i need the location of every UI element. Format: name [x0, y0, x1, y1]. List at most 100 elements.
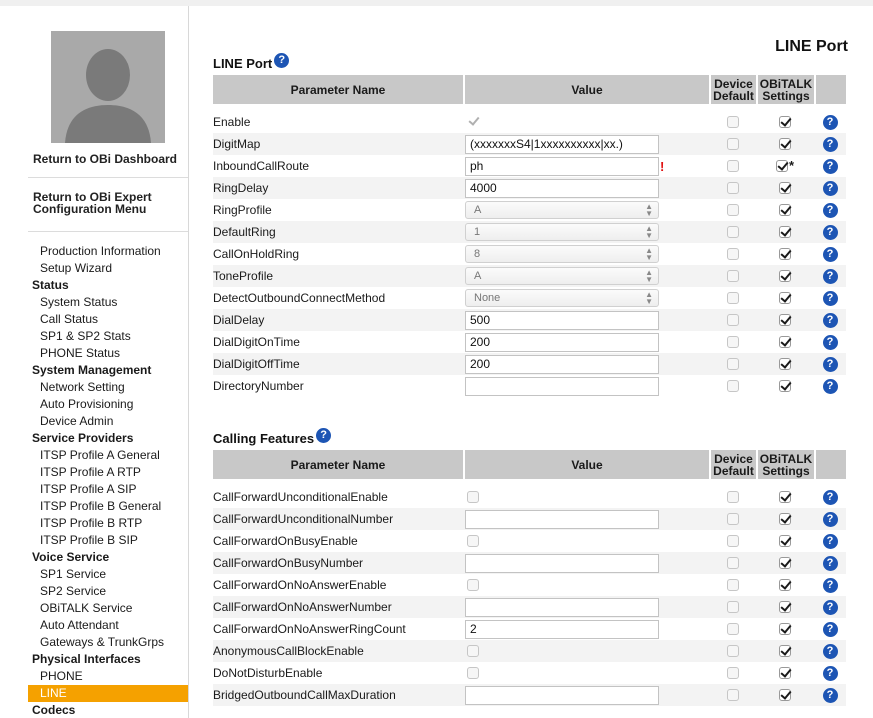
obitalk-settings-checkbox[interactable]	[779, 380, 791, 392]
help-icon[interactable]: ?	[822, 312, 838, 328]
obitalk-settings-checkbox[interactable]	[779, 513, 791, 525]
obitalk-settings-checkbox[interactable]	[779, 579, 791, 591]
ringdelay-input[interactable]: 4000	[465, 178, 659, 198]
sidebar-item-gateways-trunkgrps[interactable]: Gateways & TrunkGrps	[28, 634, 188, 651]
directorynumber-input[interactable]	[465, 376, 659, 396]
callonholdring-select[interactable]: 8 ▲ ▼	[465, 245, 659, 263]
callforwardonnoanswerenable-checkbox[interactable]	[467, 579, 479, 591]
help-icon[interactable]: ?	[822, 158, 838, 174]
dialdelay-input[interactable]: 500	[465, 310, 659, 330]
help-icon[interactable]: ?	[822, 511, 838, 527]
obitalk-settings-checkbox[interactable]	[779, 535, 791, 547]
help-icon[interactable]: ?	[822, 202, 838, 218]
sidebar-item-call-status[interactable]: Call Status	[28, 311, 188, 328]
device-default-checkbox[interactable]	[726, 248, 739, 260]
anonymouscallblockenable-checkbox[interactable]	[467, 645, 479, 657]
donotdisturbenable-checkbox[interactable]	[467, 667, 479, 679]
device-default-checkbox[interactable]	[726, 601, 739, 613]
help-icon[interactable]: ?	[822, 555, 838, 571]
sidebar-item-setup-wizard[interactable]: Setup Wizard	[28, 260, 188, 277]
obitalk-settings-checkbox[interactable]	[779, 667, 791, 679]
help-icon[interactable]: ?	[822, 136, 838, 152]
sidebar-item-system-status[interactable]: System Status	[28, 294, 188, 311]
sidebar-item-itsp-profile-a-sip[interactable]: ITSP Profile A SIP	[28, 481, 188, 498]
device-default-checkbox[interactable]	[726, 513, 739, 525]
help-icon[interactable]: ?	[822, 290, 838, 306]
detectoutboundconnectmethod-select[interactable]: None ▲ ▼	[465, 289, 659, 307]
obitalk-settings-checkbox[interactable]	[779, 336, 791, 348]
sidebar-item-itsp-profile-a-rtp[interactable]: ITSP Profile A RTP	[28, 464, 188, 481]
callforwardonnoanswernumber-input[interactable]	[465, 597, 659, 617]
device-default-checkbox[interactable]	[726, 160, 739, 172]
obitalk-settings-checkbox[interactable]	[779, 645, 791, 657]
obitalk-settings-checkbox[interactable]	[779, 248, 791, 260]
device-default-checkbox[interactable]	[726, 645, 739, 657]
device-default-checkbox[interactable]	[726, 116, 739, 128]
sidebar-item-itsp-profile-b-rtp[interactable]: ITSP Profile B RTP	[28, 515, 188, 532]
obitalk-settings-checkbox[interactable]	[779, 204, 791, 216]
sidebar-item-itsp-profile-b-sip[interactable]: ITSP Profile B SIP	[28, 532, 188, 549]
callforwardonnoanswerringcount-input[interactable]: 2	[465, 619, 659, 639]
sidebar-item-auto-provisioning[interactable]: Auto Provisioning	[28, 396, 188, 413]
device-default-checkbox[interactable]	[726, 491, 739, 503]
help-icon[interactable]: ?	[822, 643, 838, 659]
device-default-checkbox[interactable]	[726, 623, 739, 635]
device-default-checkbox[interactable]	[726, 270, 739, 282]
sidebar-item-sp2-service[interactable]: SP2 Service	[28, 583, 188, 600]
inboundcallroute-input[interactable]: ph	[465, 156, 659, 176]
obitalk-settings-checkbox[interactable]	[779, 226, 791, 238]
digitmap-input[interactable]: (xxxxxxxS4|1xxxxxxxxxx|xx.)	[465, 134, 659, 154]
device-default-checkbox[interactable]	[726, 579, 739, 591]
sidebar-item-auto-attendant[interactable]: Auto Attendant	[28, 617, 188, 634]
device-default-checkbox[interactable]	[726, 204, 739, 216]
device-default-checkbox[interactable]	[726, 138, 739, 150]
device-default-checkbox[interactable]	[726, 358, 739, 370]
bridgedoutboundcallmaxduration-input[interactable]	[465, 685, 659, 705]
obitalk-settings-checkbox[interactable]	[775, 160, 788, 172]
sidebar-item-sp1-sp2-stats[interactable]: SP1 & SP2 Stats	[28, 328, 188, 345]
return-expert-link[interactable]: Return to OBi Expert Configuration Menu	[33, 191, 183, 215]
callforwardunconditionalnumber-input[interactable]	[465, 509, 659, 529]
device-default-checkbox[interactable]	[726, 226, 739, 238]
device-default-checkbox[interactable]	[726, 380, 739, 392]
sidebar-item-production-information[interactable]: Production Information	[28, 243, 188, 260]
sidebar-item-phone-status[interactable]: PHONE Status	[28, 345, 188, 362]
help-icon[interactable]: ?	[316, 428, 332, 443]
sidebar-item-itsp-profile-a-general[interactable]: ITSP Profile A General	[28, 447, 188, 464]
ringprofile-select[interactable]: A ▲ ▼	[465, 201, 659, 219]
device-default-checkbox[interactable]	[726, 182, 739, 194]
help-icon[interactable]: ?	[822, 599, 838, 615]
obitalk-settings-checkbox[interactable]	[779, 116, 791, 128]
help-icon[interactable]: ?	[822, 378, 838, 394]
obitalk-settings-checkbox[interactable]	[779, 623, 791, 635]
sidebar-item-network-setting[interactable]: Network Setting	[28, 379, 188, 396]
obitalk-settings-checkbox[interactable]	[779, 491, 791, 503]
device-default-checkbox[interactable]	[726, 292, 739, 304]
help-icon[interactable]: ?	[822, 687, 838, 703]
obitalk-settings-checkbox[interactable]	[779, 601, 791, 613]
help-icon[interactable]: ?	[822, 334, 838, 350]
obitalk-settings-checkbox[interactable]	[779, 689, 791, 701]
dialdigitontime-input[interactable]: 200	[465, 332, 659, 352]
sidebar-item-itsp-profile-b-general[interactable]: ITSP Profile B General	[28, 498, 188, 515]
help-icon[interactable]: ?	[822, 224, 838, 240]
toneprofile-select[interactable]: A ▲ ▼	[465, 267, 659, 285]
help-icon[interactable]: ?	[822, 114, 838, 130]
help-icon[interactable]: ?	[274, 53, 290, 68]
sidebar-item-phone[interactable]: PHONE	[28, 668, 188, 685]
callforwardunconditionalenable-checkbox[interactable]	[467, 491, 479, 503]
help-icon[interactable]: ?	[822, 246, 838, 262]
obitalk-settings-checkbox[interactable]	[779, 182, 791, 194]
device-default-checkbox[interactable]	[726, 336, 739, 348]
help-icon[interactable]: ?	[822, 577, 838, 593]
sidebar-item-sp1-service[interactable]: SP1 Service	[28, 566, 188, 583]
callforwardonbusyenable-checkbox[interactable]	[467, 535, 479, 547]
help-icon[interactable]: ?	[822, 621, 838, 637]
defaultring-select[interactable]: 1 ▲ ▼	[465, 223, 659, 241]
sidebar-item-device-admin[interactable]: Device Admin	[28, 413, 188, 430]
device-default-checkbox[interactable]	[726, 667, 739, 679]
obitalk-settings-checkbox[interactable]	[779, 557, 791, 569]
sidebar-item-obitalk-service[interactable]: OBiTALK Service	[28, 600, 188, 617]
obitalk-settings-checkbox[interactable]	[779, 358, 791, 370]
callforwardonbusynumber-input[interactable]	[465, 553, 659, 573]
